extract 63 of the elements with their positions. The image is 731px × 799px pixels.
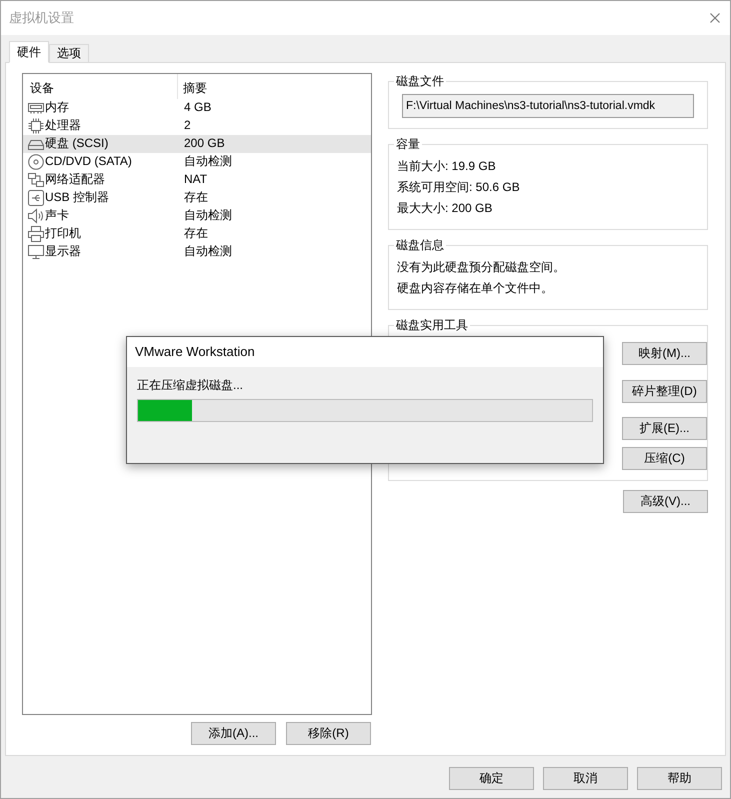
device-name: USB 控制器 bbox=[45, 190, 110, 206]
chip-icon bbox=[28, 118, 44, 134]
device-name: 打印机 bbox=[45, 226, 81, 242]
device-summary: 自动检测 bbox=[183, 154, 232, 170]
device-row[interactable]: 显示器 自动检测 bbox=[23, 243, 371, 261]
device-summary: 存在 bbox=[183, 190, 208, 206]
device-name: 处理器 bbox=[45, 118, 81, 134]
device-summary: 自动检测 bbox=[183, 208, 232, 224]
utility-button[interactable]: 碎片整理(D) bbox=[622, 380, 707, 403]
device-summary: 自动检测 bbox=[183, 244, 232, 260]
info-text: 没有为此硬盘预分配磁盘空间。 bbox=[396, 259, 566, 276]
tab[interactable]: 选项 bbox=[49, 44, 89, 63]
column-header[interactable]: 摘要 bbox=[178, 74, 207, 99]
monitor-icon bbox=[28, 244, 44, 260]
device-row[interactable]: 处理器 2 bbox=[23, 117, 371, 135]
device-summary: 4 GB bbox=[183, 100, 212, 116]
list-button[interactable]: 添加(A)... bbox=[191, 722, 276, 745]
memory-module-icon bbox=[28, 100, 44, 116]
device-summary: 存在 bbox=[183, 226, 208, 242]
close-icon[interactable] bbox=[710, 13, 720, 23]
group-title: 磁盘信息 bbox=[395, 237, 445, 253]
device-row[interactable]: 网络适配器 NAT bbox=[23, 171, 371, 189]
file-path-field[interactable]: F:\Virtual Machines\ns3-tutorial\ns3-tutorial.vmdk bbox=[402, 94, 694, 118]
device-name: 网络适配器 bbox=[45, 172, 105, 188]
device-row[interactable]: USB 控制器 存在 bbox=[23, 189, 371, 207]
device-row[interactable]: 打印机 存在 bbox=[23, 225, 371, 243]
dialog-button[interactable]: 确定 bbox=[449, 767, 534, 790]
info-text: 当前大小: 19.9 GB bbox=[396, 158, 497, 175]
device-row[interactable]: 声卡 自动检测 bbox=[23, 207, 371, 225]
advanced-button[interactable]: 高级(V)... bbox=[623, 490, 708, 513]
device-summary: NAT bbox=[183, 172, 208, 188]
window-title: 虚拟机设置 bbox=[9, 10, 74, 26]
info-text: 硬盘内容存储在单个文件中。 bbox=[396, 280, 554, 297]
speaker-icon bbox=[28, 208, 44, 224]
progress-message: 正在压缩虚拟磁盘... bbox=[137, 377, 244, 393]
group-title: 磁盘文件 bbox=[395, 73, 445, 89]
utility-button[interactable]: 扩展(E)... bbox=[622, 417, 707, 440]
info-text: 系统可用空间: 50.6 GB bbox=[396, 179, 521, 196]
column-header[interactable]: 设备 bbox=[23, 74, 178, 99]
info-text: 最大大小: 200 GB bbox=[396, 200, 494, 217]
dialog-title: VMware Workstation bbox=[127, 337, 603, 367]
tab[interactable]: 硬件 bbox=[9, 41, 49, 63]
utility-button[interactable]: 映射(M)... bbox=[622, 342, 707, 365]
network-icon bbox=[28, 172, 44, 188]
device-name: 内存 bbox=[45, 100, 69, 116]
device-name: 硬盘 (SCSI) bbox=[45, 136, 108, 152]
device-row[interactable]: CD/DVD (SATA) 自动检测 bbox=[23, 153, 371, 171]
dialog-button[interactable]: 取消 bbox=[543, 767, 628, 790]
device-summary: 200 GB bbox=[183, 136, 225, 152]
utility-button[interactable]: 压缩(C) bbox=[622, 447, 707, 470]
disc-icon bbox=[28, 154, 44, 170]
device-name: 显示器 bbox=[45, 244, 81, 260]
dialog-button[interactable]: 帮助 bbox=[637, 767, 722, 790]
usb-icon bbox=[28, 190, 44, 206]
device-name: CD/DVD (SATA) bbox=[45, 154, 132, 170]
device-row[interactable]: 硬盘 (SCSI) 200 GB bbox=[23, 135, 371, 153]
device-name: 声卡 bbox=[45, 208, 69, 224]
list-button[interactable]: 移除(R) bbox=[286, 722, 371, 745]
device-summary: 2 bbox=[183, 118, 191, 134]
group-title: 磁盘实用工具 bbox=[395, 317, 469, 333]
group-title: 容量 bbox=[395, 136, 421, 152]
printer-icon bbox=[28, 226, 44, 242]
device-row[interactable]: 内存 4 GB bbox=[23, 99, 371, 117]
